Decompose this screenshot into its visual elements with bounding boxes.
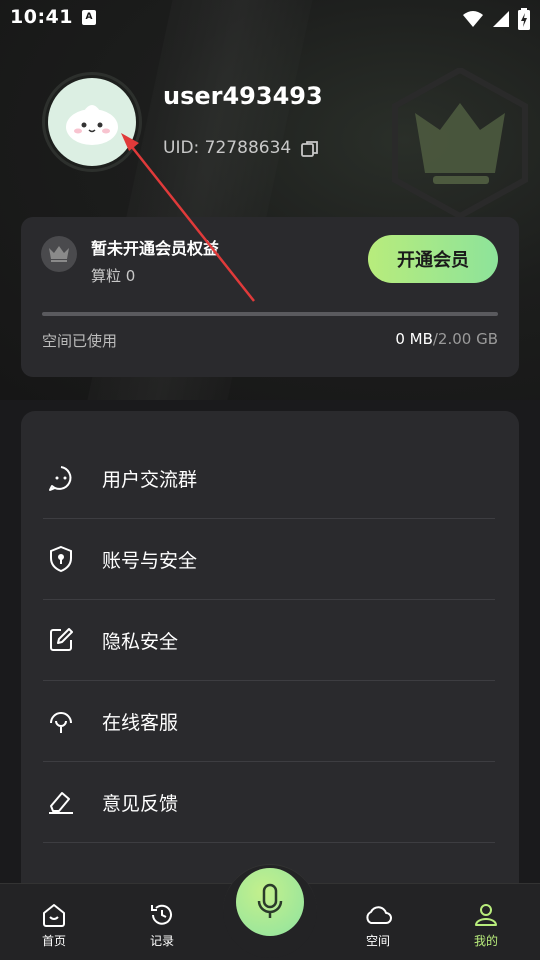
user-icon [475,904,497,926]
status-bar: 10:41 A [0,0,540,36]
home-icon [43,904,65,927]
nav-label: 首页 [41,934,66,948]
menu-item-customer-service[interactable]: 在线客服 [43,681,495,762]
uid-label: UID: 72788634 [163,138,292,158]
username: user493493 [163,82,323,110]
storage-label: 空间已使用 [42,332,118,350]
signal-icon [493,11,509,27]
avatar-image [48,78,136,166]
copy-icon[interactable] [300,139,320,159]
avatar[interactable] [42,72,142,172]
menu-item-label: 在线客服 [102,711,179,734]
open-membership-button[interactable]: 开通会员 [368,235,498,283]
menu-item-label: 账号与安全 [102,549,198,572]
nav-item-mine[interactable]: 我的 [446,884,526,960]
menu-item-user-group[interactable]: 用户交流群 [43,438,495,519]
nav-item-home[interactable]: 首页 [14,884,94,960]
accessibility-icon: A [82,10,96,25]
menu-item-feedback[interactable]: 意见反馈 [43,762,495,843]
menu-item-account-security[interactable]: 账号与安全 [43,519,495,600]
eraser-icon [46,787,76,817]
status-icons [462,8,530,30]
storage-progress-bar [42,312,498,316]
menu-item-label: 意见反馈 [102,792,179,815]
wifi-icon [463,11,483,27]
storage-used: 0 MB [395,330,433,348]
crown-decoration-icon [392,68,528,218]
menu-item-privacy[interactable]: 隐私安全 [43,600,495,681]
storage-usage: 0 MB/2.00 GB [395,330,498,348]
headset-icon [46,706,76,736]
vip-status-title: 暂未开通会员权益 [91,239,220,258]
edit-icon [46,625,76,655]
vip-card: 暂未开通会员权益 算粒 0 开通会员 空间已使用 0 MB/2.00 GB [21,217,519,377]
shield-icon [46,544,76,574]
nav-item-space[interactable]: 空间 [338,884,418,960]
nav-item-history[interactable]: 记录 [122,884,202,960]
points-balance: 算粒 0 [91,267,136,285]
voice-record-button[interactable] [236,868,304,936]
status-time: 10:41 [10,6,73,28]
nav-label: 空间 [365,934,390,948]
history-icon [151,904,172,925]
chat-icon [46,463,76,493]
vip-crown-icon [41,236,77,272]
mascot-icon [66,105,118,145]
cloud-icon [366,906,392,924]
nav-label: 记录 [149,934,174,948]
battery-icon [518,8,530,30]
nav-label: 我的 [473,934,498,948]
menu-item-label: 隐私安全 [102,630,179,653]
menu-item-label: 用户交流群 [102,468,198,491]
microphone-icon [257,883,283,918]
storage-total: /2.00 GB [432,330,498,348]
